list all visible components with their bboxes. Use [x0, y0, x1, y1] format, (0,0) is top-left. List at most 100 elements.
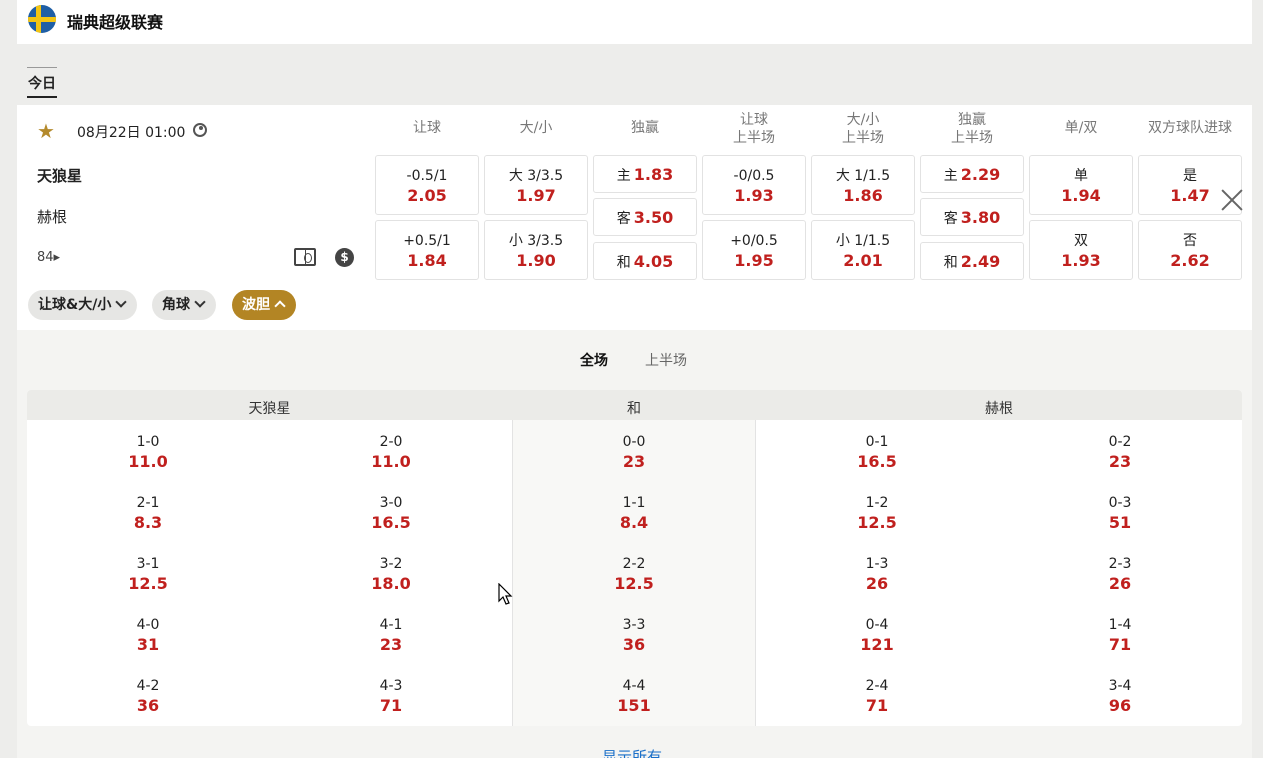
- correct-score-panel: 全场 上半场 天狼星 和 赫根 1-0 11.0 2-1 8.3 3-1 12.5 4-0 3…: [17, 330, 1252, 758]
- score-cell[interactable]: 4-1 23: [331, 615, 451, 655]
- header-away: 赫根: [985, 401, 1013, 417]
- score-odd: 26: [1108, 574, 1132, 593]
- score-odd: 18.0: [371, 574, 411, 593]
- score-cell[interactable]: 0-4 121: [817, 615, 937, 655]
- odds-cell-handicap-home[interactable]: -0.5/1 2.05: [375, 155, 479, 215]
- score-label: 2-2: [622, 556, 646, 572]
- odds-cell-ml-half-draw[interactable]: 和 2.49: [920, 242, 1024, 280]
- score-label: 4-1: [379, 617, 403, 633]
- score-cell[interactable]: 0-0 23: [574, 432, 694, 472]
- score-cell[interactable]: 2-1 8.3: [88, 493, 208, 533]
- tab-corners[interactable]: 角球: [152, 290, 216, 320]
- clock-icon: [193, 123, 207, 137]
- col-header-handicap: 让球: [413, 120, 441, 136]
- score-odd: 16.5: [371, 513, 411, 532]
- odds-cell-ml-home[interactable]: 主 1.83: [593, 155, 697, 193]
- score-cell[interactable]: 0-1 16.5: [817, 432, 937, 472]
- col-header-overunder: 大/小: [519, 120, 553, 136]
- score-label: 2-0: [379, 434, 403, 450]
- score-odd: 36: [136, 696, 160, 715]
- score-cell[interactable]: 3-0 16.5: [331, 493, 451, 533]
- page-sheet: 瑞典超级联赛 今日 ★ 08月22日 01:00 天狼星 赫根 84▸ $ 让球…: [17, 0, 1252, 758]
- score-cell[interactable]: 3-3 36: [574, 615, 694, 655]
- odds-cell-btts-no[interactable]: 否 2.62: [1138, 220, 1242, 280]
- odds-cell-even[interactable]: 双 1.93: [1029, 220, 1133, 280]
- col-header-moneyline: 独赢: [631, 120, 659, 136]
- odds-cell-ml-away[interactable]: 客 3.50: [593, 198, 697, 236]
- score-label: 4-2: [136, 678, 160, 694]
- score-cell[interactable]: 0-3 51: [1060, 493, 1180, 533]
- tab-full-time[interactable]: 全场: [580, 350, 608, 370]
- market-tabs: 让球&大/小 角球 波胆: [17, 290, 1252, 330]
- grid-header: 天狼星 和 赫根: [27, 390, 1242, 420]
- score-cell[interactable]: 3-4 96: [1060, 676, 1180, 716]
- score-label: 2-1: [136, 495, 160, 511]
- odds-cell-over-half[interactable]: 大 1/1.5 1.86: [811, 155, 915, 215]
- pitch-icon[interactable]: [294, 248, 316, 266]
- odds-cell-handicap-half-home[interactable]: -0/0.5 1.93: [702, 155, 806, 215]
- league-header: 瑞典超级联赛: [17, 0, 1252, 44]
- more-markets-link[interactable]: 84▸: [37, 250, 60, 265]
- score-cell[interactable]: 4-2 36: [88, 676, 208, 716]
- score-cell[interactable]: 2-3 26: [1060, 554, 1180, 594]
- score-cell[interactable]: 2-0 11.0: [331, 432, 451, 472]
- odds-cell-under-half[interactable]: 小 1/1.5 2.01: [811, 220, 915, 280]
- score-odd: 71: [865, 696, 889, 715]
- score-label: 0-0: [622, 434, 646, 450]
- score-label: 3-3: [622, 617, 646, 633]
- odds-cell-ml-draw[interactable]: 和 4.05: [593, 242, 697, 280]
- home-team-name: 天狼星: [37, 167, 83, 185]
- chevron-up-icon: [274, 300, 286, 312]
- score-odd: 8.4: [619, 513, 649, 532]
- score-cell[interactable]: 4-0 31: [88, 615, 208, 655]
- score-odd: 121: [860, 635, 894, 654]
- score-cell[interactable]: 1-0 11.0: [88, 432, 208, 472]
- caret-right-icon: ▸: [53, 250, 61, 265]
- score-odd: 16.5: [857, 452, 897, 471]
- odds-cell-over[interactable]: 大 3/3.5 1.97: [484, 155, 588, 215]
- score-odd: 8.3: [133, 513, 163, 532]
- score-cell[interactable]: 3-1 12.5: [88, 554, 208, 594]
- odds-cell-odd[interactable]: 单 1.94: [1029, 155, 1133, 215]
- col-header-handicap-half: 让球 上半场: [733, 112, 775, 146]
- score-label: 3-2: [379, 556, 403, 572]
- header-draw: 和: [627, 401, 641, 417]
- score-label: 0-2: [1108, 434, 1132, 450]
- chevron-down-icon: [194, 296, 206, 308]
- odds-cell-ml-half-home[interactable]: 主 2.29: [920, 155, 1024, 193]
- score-cell[interactable]: 4-4 151: [574, 676, 694, 716]
- score-label: 2-3: [1108, 556, 1132, 572]
- away-team-name: 赫根: [37, 208, 68, 226]
- score-odd: 12.5: [857, 513, 897, 532]
- score-label: 3-4: [1108, 678, 1132, 694]
- score-label: 2-4: [865, 678, 889, 694]
- score-odd: 71: [379, 696, 403, 715]
- tab-today[interactable]: 今日: [27, 67, 57, 98]
- score-cell[interactable]: 1-4 71: [1060, 615, 1180, 655]
- cashout-coin-icon[interactable]: $: [335, 248, 354, 267]
- score-cell[interactable]: 4-3 71: [331, 676, 451, 716]
- tab-first-half[interactable]: 上半场: [645, 350, 687, 370]
- show-all-link[interactable]: 显示所有: [602, 746, 662, 758]
- odds-cell-handicap-half-away[interactable]: +0/0.5 1.95: [702, 220, 806, 280]
- score-odd: 31: [136, 635, 160, 654]
- period-tabs: 全场 上半场: [17, 350, 1252, 370]
- tab-correct-score[interactable]: 波胆: [232, 290, 296, 320]
- score-odd: 26: [865, 574, 889, 593]
- close-icon[interactable]: [1220, 188, 1244, 212]
- score-cell[interactable]: 1-1 8.4: [574, 493, 694, 533]
- score-cell[interactable]: 1-3 26: [817, 554, 937, 594]
- score-cell[interactable]: 0-2 23: [1060, 432, 1180, 472]
- score-cell[interactable]: 2-4 71: [817, 676, 937, 716]
- score-cell[interactable]: 3-2 18.0: [331, 554, 451, 594]
- score-label: 3-1: [136, 556, 160, 572]
- odds-cell-handicap-away[interactable]: +0.5/1 1.84: [375, 220, 479, 280]
- score-cell[interactable]: 2-2 12.5: [574, 554, 694, 594]
- favorite-star-icon[interactable]: ★: [37, 119, 55, 143]
- league-title: 瑞典超级联赛: [67, 13, 164, 32]
- score-odd: 36: [622, 635, 646, 654]
- odds-cell-ml-half-away[interactable]: 客 3.80: [920, 198, 1024, 236]
- tab-handicap-overunder[interactable]: 让球&大/小: [28, 290, 138, 320]
- odds-cell-under[interactable]: 小 3/3.5 1.90: [484, 220, 588, 280]
- score-cell[interactable]: 1-2 12.5: [817, 493, 937, 533]
